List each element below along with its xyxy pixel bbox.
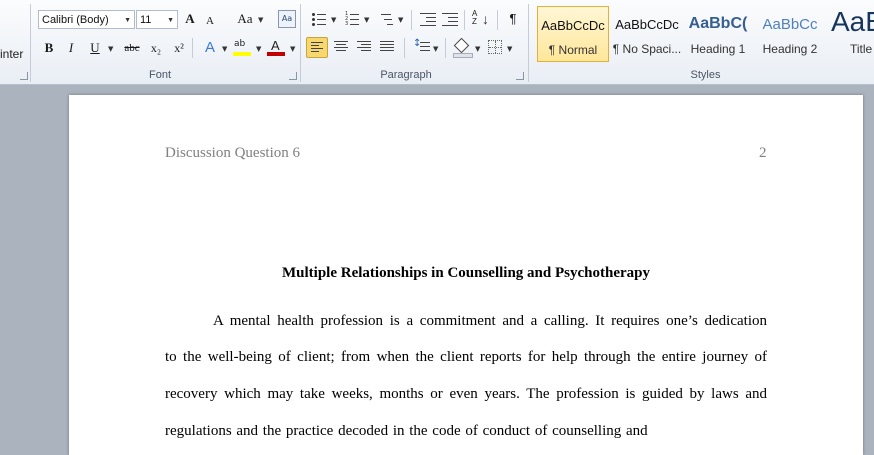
style-sample: AaBbCcDc <box>541 18 605 33</box>
font-name-value: Calibri (Body) <box>42 14 109 26</box>
increase-indent-icon[interactable] <box>442 12 458 26</box>
font-size-value: 11 <box>140 14 152 26</box>
chevron-down-icon: ▼ <box>331 16 337 24</box>
highlight-color-bar <box>233 52 251 56</box>
multilevel-list-icon[interactable] <box>378 12 394 26</box>
highlight-label: ab <box>234 39 246 49</box>
text-effects-button[interactable]: A <box>201 38 219 58</box>
highlight-button[interactable]: ab <box>232 38 252 58</box>
borders-icon[interactable] <box>488 40 502 54</box>
style-no-spacing[interactable]: AaBbCcDc ¶ No Spaci... <box>610 6 684 62</box>
paragraph-launcher-icon[interactable] <box>516 72 524 80</box>
format-painter-button[interactable]: inter <box>0 47 23 61</box>
justify-button[interactable] <box>379 41 395 55</box>
style-name: ¶ Normal <box>548 43 598 57</box>
ribbon: inter Calibri (Body) ▼ 11 ▼ A A Aa ▼ Aa B … <box>0 0 874 85</box>
chevron-down-icon: ▼ <box>256 45 262 53</box>
style-sample: AaBbC( <box>688 15 748 32</box>
style-normal[interactable]: AaBbCcDc ¶ Normal <box>537 6 609 62</box>
separator <box>528 4 529 82</box>
separator <box>445 38 446 58</box>
chevron-down-icon: ▼ <box>167 17 174 24</box>
align-right-button[interactable] <box>356 41 372 55</box>
grow-font-button[interactable]: A <box>181 9 199 29</box>
separator <box>464 10 465 30</box>
shading-icon[interactable] <box>453 37 473 58</box>
chevron-down-icon: ▼ <box>398 16 404 24</box>
style-title[interactable]: AaB Title <box>826 6 874 62</box>
document-area: Discussion Question 6 2 Multiple Relatio… <box>0 85 874 455</box>
separator <box>192 38 193 58</box>
separator <box>300 4 301 82</box>
change-case-button[interactable]: Aa <box>234 9 256 29</box>
chevron-down-icon: ▼ <box>290 45 296 53</box>
chevron-down-icon: ▼ <box>108 45 114 53</box>
chevron-down-icon: ▼ <box>222 45 228 53</box>
style-name: Heading 2 <box>762 42 818 56</box>
separator <box>30 4 31 82</box>
bullets-icon[interactable] <box>312 12 326 26</box>
bold-button[interactable]: B <box>41 38 57 58</box>
show-formatting-button[interactable]: ¶ <box>505 9 521 29</box>
separator <box>497 10 498 30</box>
sort-icon[interactable]: A Z ↓ <box>472 10 490 28</box>
font-color-label: A <box>271 38 280 53</box>
document-page[interactable]: Discussion Question 6 2 Multiple Relatio… <box>69 95 863 455</box>
style-name: ¶ No Spaci... <box>612 42 682 56</box>
font-launcher-icon[interactable] <box>289 72 297 80</box>
separator <box>404 38 405 58</box>
chevron-down-icon: ▼ <box>124 17 131 24</box>
body-line: regulations and the practice decoded in … <box>165 423 648 439</box>
style-heading-1[interactable]: AaBbC( Heading 1 <box>681 6 755 62</box>
body-line: A mental health profession is a commitme… <box>213 313 767 329</box>
chevron-down-icon: ▼ <box>364 16 370 24</box>
font-color-button[interactable]: A <box>266 38 286 58</box>
font-name-dropdown[interactable]: Calibri (Body) ▼ <box>38 10 135 29</box>
font-size-dropdown[interactable]: 11 ▼ <box>136 10 178 29</box>
header-title: Discussion Question 6 <box>165 145 300 161</box>
underline-button[interactable]: U <box>87 38 103 58</box>
style-heading-2[interactable]: AaBbCc Heading 2 <box>753 6 827 62</box>
style-name: Heading 1 <box>690 42 746 56</box>
font-group-label: Font <box>148 69 171 81</box>
clipboard-launcher-icon[interactable] <box>20 72 28 80</box>
paragraph-group-label: Paragraph <box>380 69 432 81</box>
numbering-icon[interactable]: 123 <box>345 12 359 27</box>
style-sample: AaBbCcDc <box>615 17 679 32</box>
separator <box>411 10 412 30</box>
italic-button[interactable]: I <box>64 38 78 58</box>
subscript-button[interactable]: x₂ <box>147 38 165 58</box>
align-left-button[interactable] <box>306 37 328 58</box>
body-line: recovery which may take weeks, months or… <box>165 386 767 402</box>
page-number: 2 <box>759 145 767 161</box>
styles-group-label: Styles <box>690 69 721 81</box>
style-name: Title <box>850 42 873 56</box>
clear-formatting-icon[interactable]: Aa <box>278 10 296 28</box>
chevron-down-icon: ▼ <box>433 45 439 53</box>
chevron-down-icon: ▼ <box>507 45 513 53</box>
style-sample: AaB <box>831 6 874 37</box>
align-center-button[interactable] <box>333 41 349 55</box>
decrease-indent-icon[interactable] <box>420 12 436 26</box>
strikethrough-button[interactable]: abc <box>120 38 144 58</box>
line-spacing-icon[interactable]: ↕ <box>413 39 431 56</box>
superscript-button[interactable]: x² <box>170 38 188 58</box>
body-line: to the well-being of client; from when t… <box>165 349 767 365</box>
style-sample: AaBbCc <box>762 16 818 33</box>
document-title: Multiple Relationships in Counselling an… <box>282 265 650 281</box>
chevron-down-icon: ▼ <box>258 16 264 24</box>
font-color-bar <box>267 52 285 56</box>
chevron-down-icon: ▼ <box>475 45 481 53</box>
shrink-font-button[interactable]: A <box>202 11 218 31</box>
